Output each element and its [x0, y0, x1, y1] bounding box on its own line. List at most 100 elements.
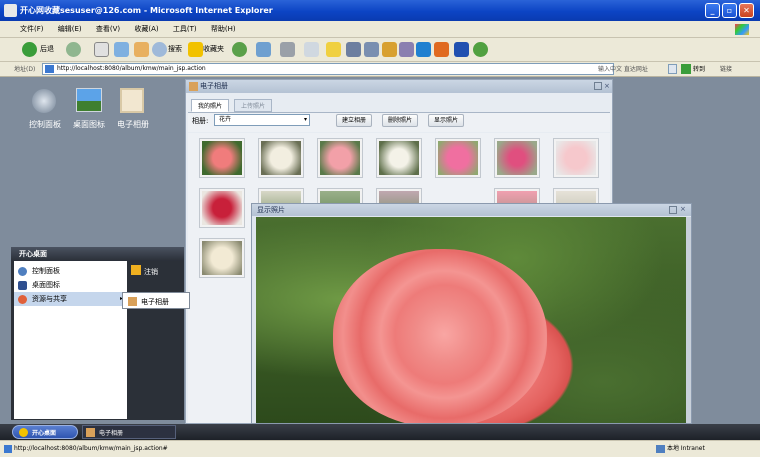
thumbnail-rose[interactable]	[199, 138, 245, 178]
back-arrow-icon[interactable]	[22, 42, 37, 57]
favorites-button-label[interactable]: 收藏夹	[203, 41, 224, 58]
menu-file[interactable]: 文件(F)	[14, 21, 50, 38]
start-item-control-panel[interactable]: 控制面板	[14, 264, 127, 278]
print-icon[interactable]	[280, 42, 295, 57]
menu-edit[interactable]: 编辑(E)	[52, 21, 88, 38]
show-photo-button[interactable]: 显示照片	[428, 114, 465, 127]
menu-favorites[interactable]: 收藏(A)	[128, 21, 164, 38]
share-icon	[18, 295, 27, 304]
menu-help[interactable]: 帮助(H)	[205, 21, 242, 38]
taskbar-task-label: 电子相册	[99, 430, 124, 437]
desktop-icon	[18, 281, 27, 290]
home-icon[interactable]	[134, 42, 149, 57]
control-panel-icon	[18, 267, 27, 276]
maximize-button[interactable]: ▫	[722, 3, 737, 18]
album-icon	[86, 428, 95, 437]
status-bar: http://localhost:8080/album/kmw/main_jsp…	[0, 440, 760, 457]
notes-icon[interactable]	[326, 42, 341, 57]
start-item-desktop[interactable]: 桌面图标	[14, 278, 127, 292]
menu-view[interactable]: 查看(V)	[90, 21, 126, 38]
smile-icon	[19, 428, 28, 437]
thumbnail-white-rose-2[interactable]	[199, 238, 245, 278]
submenu: 电子相册	[122, 292, 190, 309]
thumbnail-stargazer-lily[interactable]	[494, 138, 540, 178]
album-icon[interactable]	[120, 88, 144, 113]
tab-my-photos[interactable]: 我的照片	[191, 99, 230, 112]
plugin-icon[interactable]	[434, 42, 449, 57]
thumbnail-white-lily[interactable]	[376, 138, 422, 178]
search-icon[interactable]	[152, 42, 167, 57]
desktop-icon-label-control-panel[interactable]: 控制面板	[22, 119, 68, 130]
create-album-button[interactable]: 建立相册	[336, 114, 373, 127]
bluetooth-icon[interactable]	[454, 42, 469, 57]
close-button[interactable]: ✕	[739, 3, 754, 18]
address-url: http://localhost:8080/album/kmw/main_jsp…	[57, 65, 206, 72]
address-bar: 地址(D) http://localhost:8080/album/kmw/ma…	[0, 62, 760, 77]
logout-link[interactable]: 注销	[144, 267, 158, 277]
album-window-minimize[interactable]	[594, 82, 602, 90]
search-button-label[interactable]: 搜索	[168, 41, 182, 58]
album-icon	[128, 297, 137, 306]
address-dropdown-arrow[interactable]	[668, 64, 677, 74]
thumbnail-lily[interactable]	[258, 138, 304, 178]
go-arrow-icon[interactable]	[681, 64, 691, 74]
window-title-bar[interactable]: 开心网收藏sesuser@126.com - Microsoft Interne…	[0, 0, 760, 21]
mail-icon[interactable]	[256, 42, 271, 57]
control-panel-icon[interactable]	[32, 89, 56, 113]
favorites-star-icon[interactable]	[188, 42, 203, 57]
submenu-item-album[interactable]: 电子相册	[141, 297, 169, 307]
thumbnail-pink-lily[interactable]	[317, 138, 363, 178]
desktop-icon-label-album[interactable]: 电子相册	[110, 119, 156, 130]
photo-pink-rose	[256, 217, 689, 423]
menu-tools[interactable]: 工具(T)	[167, 21, 203, 38]
status-zone: 本地 Intranet	[667, 445, 705, 452]
history-icon[interactable]	[232, 42, 247, 57]
album-window-icon	[189, 82, 198, 91]
desktop-icon[interactable]	[76, 88, 102, 112]
thumbnail-pale-pink[interactable]	[553, 138, 599, 178]
taskbar-album-task[interactable]: 电子相册	[82, 425, 176, 439]
start-item-share[interactable]: 资源与共享 ▸	[14, 292, 127, 306]
media-icon[interactable]	[399, 42, 414, 57]
address-input[interactable]: http://localhost:8080/album/kmw/main_jsp…	[42, 63, 614, 75]
start-menu-header: 开心桌面	[11, 247, 184, 261]
photo-scrollbar[interactable]	[686, 217, 691, 423]
refresh-icon[interactable]	[114, 42, 129, 57]
photo-window-header[interactable]: 显示照片 ×	[252, 204, 691, 216]
go-button-label[interactable]: 转到	[693, 64, 705, 73]
album-window-header[interactable]: 电子相册 ×	[186, 80, 612, 93]
album-select[interactable]: 花卉 ▾	[214, 114, 310, 126]
address-label: 地址(D)	[14, 66, 36, 73]
links-label[interactable]: 链接	[720, 64, 732, 73]
thumbnail-pink-flower[interactable]	[435, 138, 481, 178]
album-window-close[interactable]: ×	[604, 82, 612, 90]
research-icon[interactable]	[382, 42, 397, 57]
back-button-label[interactable]: 后退	[40, 41, 54, 58]
photo-window-maximize[interactable]	[669, 206, 677, 214]
chevron-down-icon: ▾	[303, 116, 307, 123]
thumbnail-red-berries[interactable]	[199, 188, 245, 228]
album-window-title: 电子相册	[200, 82, 228, 90]
start-button[interactable]: 开心桌面	[12, 425, 78, 439]
windows-logo-icon	[735, 24, 749, 35]
desktop-icon-label-desktop[interactable]: 桌面图标	[66, 119, 112, 130]
album-filter-label: 相册:	[192, 117, 209, 125]
minimize-button[interactable]: _	[705, 3, 720, 18]
page-icon	[45, 65, 54, 73]
tab-upload-photos[interactable]: 上传照片	[234, 99, 273, 112]
start-item-label: 桌面图标	[32, 281, 60, 289]
messenger-icon[interactable]	[364, 42, 379, 57]
delete-photo-button[interactable]: 删除照片	[382, 114, 419, 127]
qq-icon[interactable]	[416, 42, 431, 57]
forward-arrow-icon[interactable]	[66, 42, 81, 57]
stop-icon[interactable]	[94, 42, 109, 57]
edit-icon[interactable]	[304, 42, 319, 57]
toolbar: 后退 搜索 收藏夹	[0, 38, 760, 62]
start-item-label: 资源与共享	[32, 295, 67, 303]
ie-app-icon	[4, 4, 17, 17]
tool-icon[interactable]	[346, 42, 361, 57]
msn-icon[interactable]	[473, 42, 488, 57]
search-hint[interactable]: 输入中文 直达网址	[598, 64, 648, 73]
photo-window-close[interactable]: ×	[680, 205, 688, 213]
window-title: 开心网收藏sesuser@126.com - Microsoft Interne…	[20, 6, 273, 15]
